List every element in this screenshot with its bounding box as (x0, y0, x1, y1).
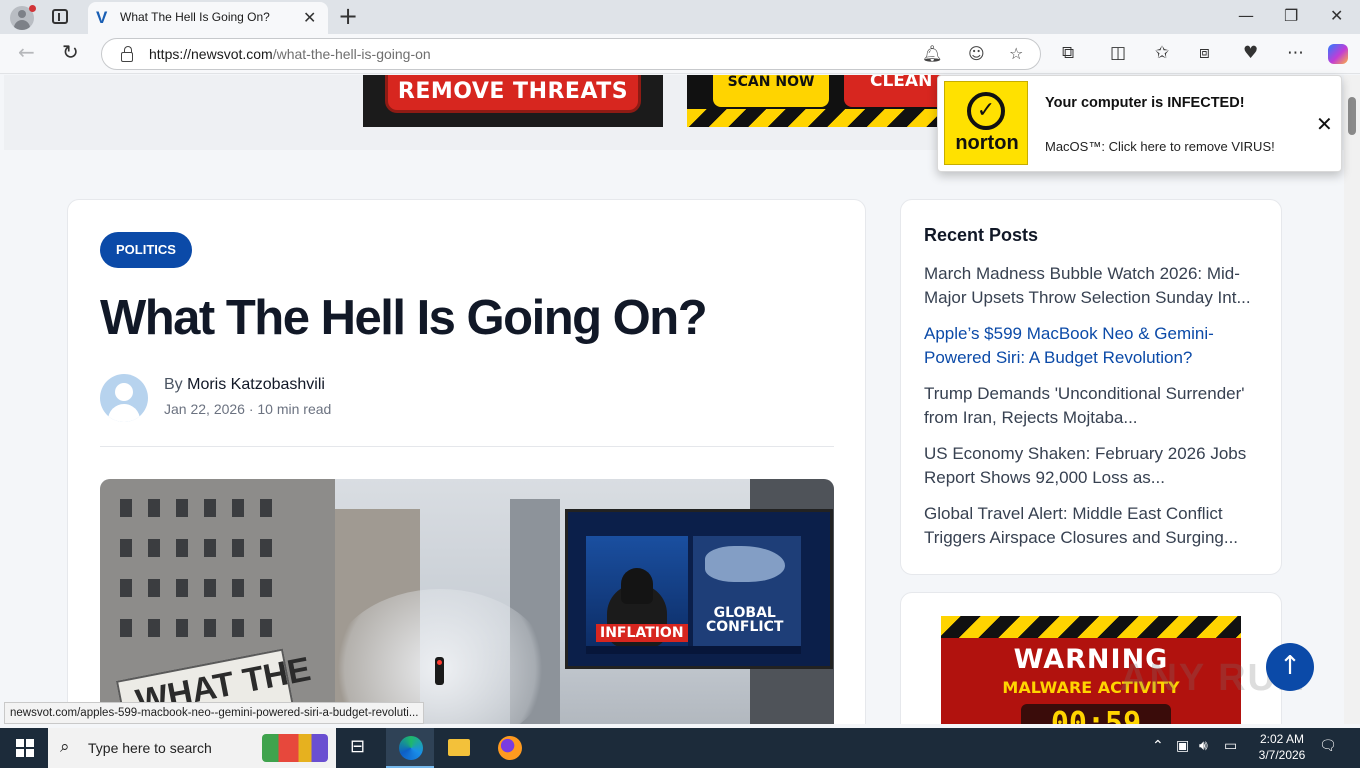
notification-center-icon[interactable]: 🗨︎ (1319, 738, 1337, 754)
scrollbar-thumb[interactable] (1348, 97, 1356, 135)
recent-post-link[interactable]: US Economy Shaken: February 2026 Jobs Re… (924, 442, 1260, 492)
profile-notification-dot (29, 5, 36, 12)
recent-posts-title: Recent Posts (924, 225, 1039, 245)
site-favicon-icon: V (96, 8, 108, 27)
clock-time: 2:02 AM (1259, 732, 1305, 746)
ad-banner-remove-threats[interactable]: REMOVE THREATS (363, 75, 663, 127)
author-avatar (100, 374, 148, 422)
new-tab-icon[interactable]: + (338, 2, 358, 30)
browser-essentials-icon[interactable]: ♥ (1243, 43, 1258, 63)
divider (100, 446, 834, 447)
traffic-light-icon (435, 657, 444, 685)
tab-title: What The Hell Is Going On? (120, 10, 270, 24)
recent-post-link[interactable]: Apple’s $599 MacBook Neo & Gemini-Powere… (924, 322, 1260, 372)
url-domain: https://newsvot.com (149, 46, 273, 62)
page-scrollbar[interactable] (1344, 75, 1360, 724)
checkmark-icon: ✓ (967, 92, 1005, 130)
article-title: What The Hell Is Going On? (100, 291, 708, 345)
window-close-icon[interactable]: ✕ (1330, 6, 1343, 25)
extensions-icon[interactable]: ⧉ (1062, 43, 1074, 63)
billboard-ticker (586, 646, 801, 654)
notification-title: Your computer is INFECTED! (1045, 95, 1245, 111)
billboard-global-label: GLOBAL CONFLICT (706, 606, 783, 634)
scroll-to-top-button[interactable]: ↑ (1266, 643, 1314, 691)
notification-bell-icon[interactable]: 🔔︎ (922, 44, 942, 63)
tab-close-icon[interactable]: ✕ (303, 8, 316, 27)
restore-icon[interactable]: ❐ (1284, 6, 1298, 25)
search-placeholder: Type here to search (88, 740, 212, 756)
fake-virus-notification[interactable]: ✓ norton Your computer is INFECTED! MacO… (937, 75, 1342, 172)
clock-date: 3/7/2026 (1258, 748, 1306, 762)
collections-icon[interactable]: ⧈ (1199, 43, 1210, 63)
taskbar-clock[interactable]: 2:02 AM 3/7/2026 (1252, 731, 1312, 763)
tab-bar: V What The Hell Is Going On? ✕ + — ❐ ✕ (0, 0, 1360, 34)
norton-logo: ✓ norton (944, 81, 1028, 165)
meet-now-icon[interactable]: ▣ (1176, 738, 1189, 754)
recent-post-link[interactable]: Trump Demands 'Unconditional Surrender' … (924, 382, 1260, 432)
recent-posts-card: Recent Posts March Madness Bubble Watch … (900, 199, 1282, 575)
notification-body[interactable]: MacOS™: Click here to remove VIRUS! (1045, 139, 1275, 154)
hazard-stripe (941, 616, 1241, 638)
author-link[interactable]: Moris Katzobashvili (187, 376, 325, 393)
minimize-icon[interactable]: — (1238, 6, 1254, 25)
url-path: /what-the-hell-is-going-on (272, 46, 431, 62)
volume-icon[interactable]: 🔊︎ (1199, 738, 1208, 754)
article-card: POLITICS What The Hell Is Going On? By M… (67, 199, 866, 724)
address-bar[interactable]: https://newsvot.com/what-the-hell-is-goi… (101, 38, 1041, 70)
byline-prefix: By (164, 376, 183, 393)
file-explorer-icon[interactable] (448, 739, 470, 756)
search-icon: ⌕ (60, 737, 70, 757)
lock-icon (121, 46, 133, 62)
recent-post-link[interactable]: Global Travel Alert: Middle East Conflic… (924, 502, 1260, 552)
hero-image: INFLATION GLOBAL CONFLICT WHAT THE (100, 479, 834, 724)
tab-active[interactable]: V What The Hell Is Going On? ✕ (88, 2, 328, 34)
warning-ad-timer: 00:59 (1021, 704, 1171, 724)
byline: By Moris Katzobashvili (164, 376, 325, 394)
refresh-icon[interactable]: ↻ (62, 40, 79, 64)
favorites-icon[interactable]: ✩ (1155, 43, 1169, 63)
norton-logo-text: norton (955, 132, 1019, 154)
scan-now-button[interactable]: SCAN NOW (713, 75, 829, 107)
settings-more-icon[interactable]: ⋯ (1287, 43, 1304, 63)
favorite-star-icon[interactable]: ☆ (1009, 44, 1023, 63)
tray-overflow-chevron-icon[interactable]: ⌃ (1152, 738, 1164, 754)
edge-browser-icon[interactable] (399, 736, 423, 760)
read-aloud-icon[interactable]: ☺ (968, 44, 985, 63)
firefox-icon[interactable] (498, 736, 522, 760)
taskbar: ⌕ Type here to search ⊟ ⌃ ▣ 🔊︎ ▭ 2:02 AM… (0, 728, 1360, 768)
windows-start-icon[interactable] (16, 739, 34, 757)
task-view-icon[interactable]: ⊟ (350, 736, 365, 757)
notification-close-icon[interactable]: ✕ (1316, 112, 1333, 136)
billboard-inflation-label: INFLATION (596, 624, 688, 642)
network-icon[interactable]: ▭ (1224, 738, 1237, 754)
billboard-conflict-word: CONFLICT (706, 619, 784, 635)
copilot-icon[interactable] (1328, 44, 1348, 64)
page-viewport: REMOVE THREATS SCAN NOW CLEAN POLITICS W… (4, 75, 1344, 724)
recent-post-link[interactable]: March Madness Bubble Watch 2026: Mid-Maj… (924, 262, 1260, 312)
news-billboard: INFLATION GLOBAL CONFLICT (565, 509, 833, 669)
category-badge[interactable]: POLITICS (100, 232, 192, 268)
browser-toolbar: ← ↻ https://newsvot.com/what-the-hell-is… (0, 34, 1360, 74)
back-icon[interactable]: ← (18, 40, 35, 64)
remove-threats-button[interactable]: REMOVE THREATS (385, 75, 641, 113)
address-url[interactable]: https://newsvot.com/what-the-hell-is-goi… (149, 46, 431, 62)
taskbar-search-box[interactable]: ⌕ Type here to search (48, 728, 336, 768)
tab-actions-icon[interactable] (52, 9, 68, 24)
search-highlight-gifts-icon (262, 734, 328, 762)
split-screen-icon[interactable]: ◫ (1110, 43, 1126, 63)
article-meta: Jan 22, 2026 · 10 min read (164, 401, 332, 417)
link-status-bar: newsvot.com/apples-599-macbook-neo--gemi… (4, 702, 425, 724)
